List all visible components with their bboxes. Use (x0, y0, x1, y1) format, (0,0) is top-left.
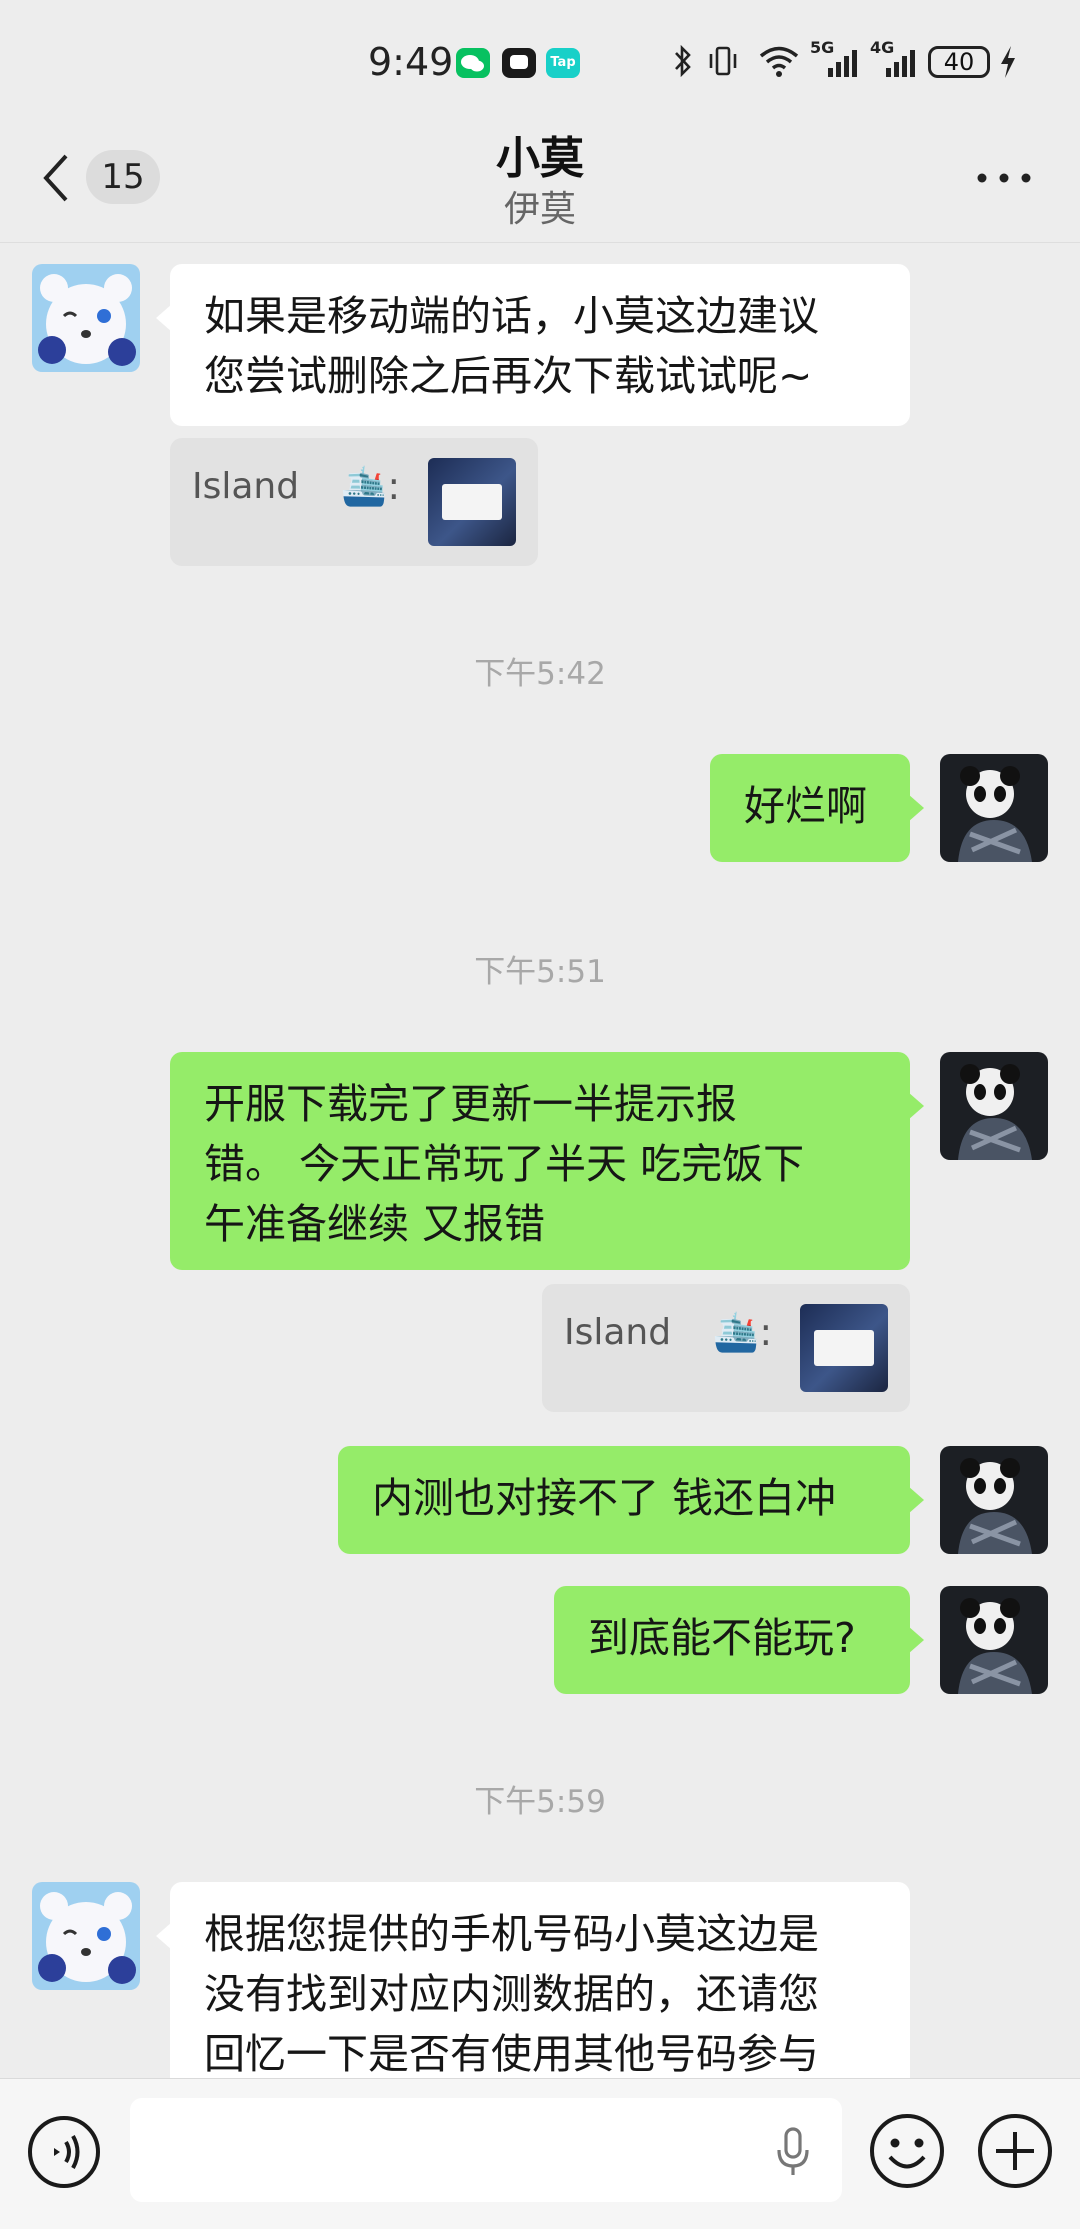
timestamp: 下午5:42 (474, 656, 606, 692)
ship-emoji: 🛳️: (340, 464, 401, 508)
self-avatar[interactable] (940, 1446, 1048, 1554)
quoted-message[interactable]: Island 🛳️: (542, 1284, 910, 1412)
signal-5g-icon (826, 48, 860, 82)
charging-icon (998, 44, 1018, 84)
chat-app-icon (502, 48, 536, 78)
taptap-icon: Tap (546, 48, 580, 78)
battery-level: 40 (928, 46, 990, 78)
quote-sender: Island (192, 466, 300, 507)
status-bar (0, 0, 1080, 120)
self-avatar[interactable] (940, 1586, 1048, 1694)
wechat-icon (456, 48, 490, 78)
chat-subtitle: 伊莫 (503, 189, 576, 230)
timestamp: 下午5:51 (474, 954, 606, 990)
quote-image-thumbnail[interactable] (800, 1304, 888, 1392)
status-time: 9:49 (368, 40, 454, 84)
timestamp: 下午5:59 (474, 1784, 606, 1820)
emoji-button[interactable] (868, 2112, 946, 2194)
message-bubble[interactable]: 到底能不能玩? (554, 1586, 924, 1694)
message-input[interactable] (130, 2098, 842, 2202)
quoted-message[interactable]: Island 🛳️: (170, 438, 538, 566)
wifi-icon (758, 44, 800, 82)
self-avatar[interactable] (940, 1052, 1048, 1160)
chat-title: 小莫 (496, 133, 584, 184)
quote-sender: Island (564, 1312, 672, 1353)
message-bubble[interactable]: 内测也对接不了 钱还白冲 (338, 1446, 924, 1554)
ship-emoji: 🛳️: (712, 1310, 773, 1354)
quote-image-thumbnail[interactable] (428, 458, 516, 546)
message-bubble[interactable]: 如果是移动端的话，小莫这边建议 您尝试删除之后再次下载试试呢~ (156, 264, 910, 426)
voice-mode-button[interactable] (26, 2114, 102, 2194)
bluetooth-icon (672, 44, 694, 82)
message-bubble[interactable]: 好烂啊 (710, 754, 924, 862)
add-attachment-button[interactable] (976, 2112, 1054, 2194)
message-bubble[interactable]: 开服下载完了更新一半提示报 错。 今天正常玩了半天 吃完饭下 午准备继续 又报错 (170, 1052, 924, 1270)
self-avatar[interactable] (940, 754, 1048, 862)
more-options-button[interactable] (976, 170, 1032, 190)
signal-4g-icon (884, 48, 918, 82)
contact-avatar[interactable] (32, 1882, 140, 1990)
microphone-icon[interactable] (774, 2126, 812, 2182)
vibrate-icon (706, 44, 740, 82)
contact-avatar[interactable] (32, 264, 140, 372)
